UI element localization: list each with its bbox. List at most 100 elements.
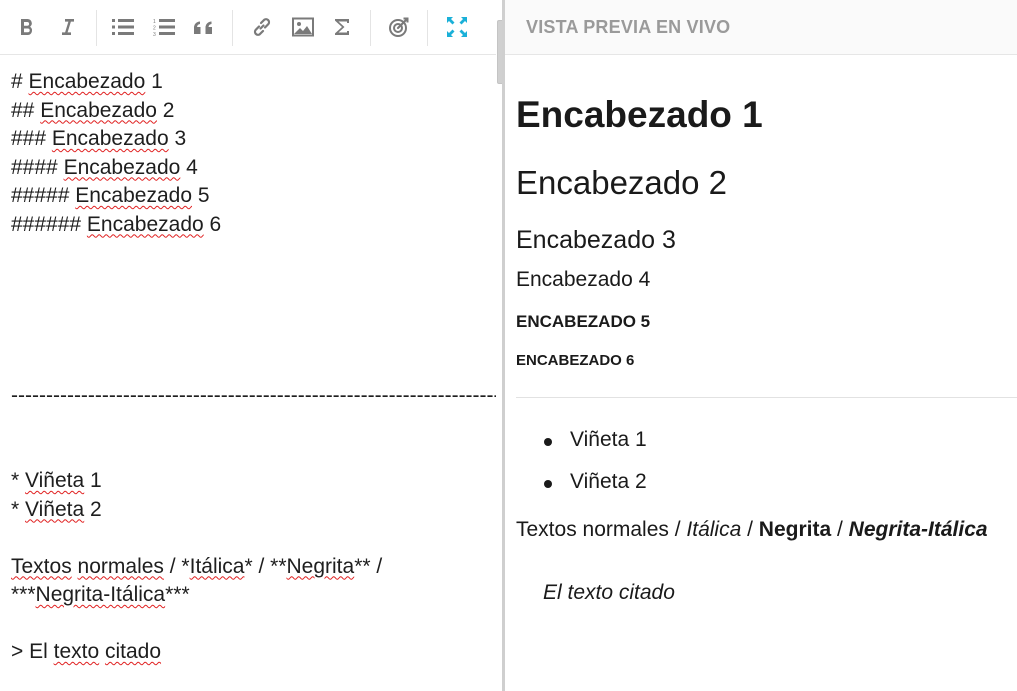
preview-heading-3: Encabezado 3 [516,226,676,254]
source-text: 6 [203,212,222,236]
bold-button[interactable] [12,11,42,43]
preview-heading-5: Encabezado 5 [516,312,651,331]
misspelled-word: Encabezado [51,127,169,150]
source-text: # [11,70,29,93]
source-line [11,610,481,639]
misspelled-word: normales [77,554,164,578]
unordered-list-button[interactable] [108,11,138,43]
text-separator: / [831,518,849,541]
quote-button[interactable] [190,11,220,43]
ordered-list-icon: 1 2 3 [153,19,175,36]
source-line [11,268,481,297]
misspelled-word: Viñeta [25,469,85,492]
preview-horizontal-rule [516,397,1017,398]
link-icon [253,18,271,36]
preview-heading-4: Encabezado 4 [516,268,651,291]
text-italic: Itálica [686,518,742,541]
source-text: 1 [145,70,163,93]
image-button[interactable] [288,11,318,43]
link-button[interactable] [247,11,277,43]
source-line: ### Encabezado 3 [11,125,481,154]
text-bold: Negrita [758,518,832,541]
preview-paragraph: Textos normales / Itálica / Negrita / Ne… [516,518,988,542]
misspelled-word: Encabezado [86,212,204,236]
source-text: / * [163,554,190,578]
source-line: ## Encabezado 2 [11,97,481,126]
source-text: * / ** [244,554,287,578]
source-line: ***Negrita-Itálica*** [11,581,481,610]
svg-text:1: 1 [153,19,156,25]
misspelled-word: Encabezado [28,70,146,93]
preview-heading-2: Encabezado 2 [516,164,728,201]
source-text: 2 [84,497,102,521]
source-text: 2 [156,98,175,122]
formula-button[interactable] [327,11,357,43]
source-text: 4 [180,155,198,179]
source-line: * Viñeta 2 [11,496,481,525]
source-line: ----------------------------------------… [11,382,508,411]
source-text: > El [11,640,54,663]
source-line [11,439,481,468]
preview-bullet-item: Viñeta 2 [544,470,647,493]
misspelled-word: Encabezado [63,155,181,179]
source-text: #### [11,155,64,179]
source-line: #### Encabezado 4 [11,154,481,183]
source-text: ###### [11,212,87,236]
ordered-list-button[interactable]: 1 2 3 [149,11,179,43]
preview-heading-1: Encabezado 1 [516,94,763,135]
markdown-source-textarea[interactable]: # Encabezado 1 ## Encabezado 2 ### Encabez… [11,68,508,667]
misspelled-word: Negrita-Itálica [35,583,166,606]
source-text: *** [11,583,36,606]
bold-icon [21,19,33,35]
text-normal: Textos normales [516,518,669,541]
source-text: ----------------------------------------… [11,383,508,407]
focus-mode-button[interactable] [384,11,414,43]
preview-blockquote: El texto citado [543,581,675,604]
source-text: ### [11,127,52,150]
source-line [11,239,481,268]
misspelled-word: citado [104,640,162,663]
fullscreen-button[interactable] [442,11,472,43]
source-text: ## [11,98,41,122]
preview-title: VISTA PREVIA EN VIVO [526,17,731,37]
source-line [11,353,481,382]
source-text: 3 [168,127,187,150]
misspelled-word: texto [53,640,100,663]
preview-header: VISTA PREVIA EN VIVO [505,0,1017,55]
fullscreen-icon [447,17,467,37]
text-bold-italic: Negrita-Itálica [848,518,988,541]
source-line [11,325,481,354]
svg-text:2: 2 [153,26,156,32]
source-text: 1 [84,469,102,492]
source-text: ##### [11,184,76,207]
misspelled-word: Viñeta [25,497,85,521]
editor-toolbar: 1 2 3 [0,0,502,55]
toolbar-separator [427,10,428,46]
italic-icon [62,19,74,35]
source-text: 5 [192,184,210,207]
preview-pane: VISTA PREVIA EN VIVO Encabezado 1 Encabe… [505,0,1017,691]
source-text: *** [165,583,190,606]
source-line [11,410,481,439]
preview-heading-6: Encabezado 6 [516,352,635,369]
source-line: ###### Encabezado 6 [11,211,481,240]
toolbar-separator [232,10,233,46]
image-icon [292,17,314,37]
unordered-list-icon [112,19,134,35]
source-text: ** / [354,554,383,578]
source-line: # Encabezado 1 [11,68,481,97]
preview-bullet-item: Viñeta 1 [544,428,647,451]
sigma-icon [335,19,349,35]
misspelled-word: Encabezado [75,184,192,207]
toolbar-separator [370,10,371,46]
italic-button[interactable] [52,11,82,43]
source-text: * [11,497,26,521]
quote-icon [194,21,212,34]
source-line [11,296,481,325]
source-text: * [11,469,26,492]
misspelled-word: Encabezado [40,98,157,122]
source-line: Textos normales / *Itálica* / **Negrita*… [11,553,481,582]
toolbar-separator [96,10,97,46]
text-separator: / [668,518,687,541]
source-line: > El texto citado [11,638,481,667]
